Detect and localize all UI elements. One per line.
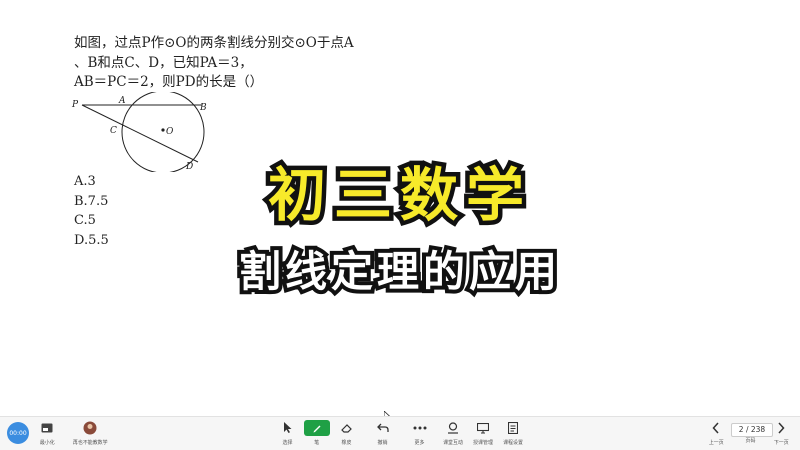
user-avatar-icon — [83, 420, 97, 436]
problem-text: 如图，过点P作⊙O的两条割线分别交⊙O于点A 、B和点C、D，已知PA＝3， A… — [74, 34, 354, 93]
prev-icon — [712, 420, 720, 436]
timer-avatar[interactable]: 00:00 — [7, 422, 29, 444]
settings-button[interactable]: 课程设置 — [496, 420, 530, 446]
pen-tool-button[interactable]: 笔 — [300, 420, 334, 446]
problem-line-3: AB＝PC＝2，则PD的长是（） — [74, 74, 264, 90]
label-p: P — [71, 100, 79, 110]
label-c: C — [110, 126, 117, 136]
more-icon — [413, 420, 427, 436]
pointer-icon — [283, 420, 293, 436]
settings-icon — [508, 420, 518, 436]
overlay-subtitle: 割线定理的应用 — [235, 243, 561, 300]
label-b: B — [199, 103, 207, 113]
label-o: O — [166, 127, 174, 137]
undo-button[interactable]: 撤销 — [366, 420, 400, 446]
interact-button[interactable]: 课堂互动 — [436, 420, 470, 446]
minimize-button[interactable]: 最小化 — [30, 420, 64, 446]
manage-icon — [477, 420, 489, 436]
problem-line-2: 、B和点C、D，已知PA＝3， — [74, 54, 253, 71]
bottom-toolbar: 00:00 最小化 再也不能教数学 选择 笔 橡皮 撤销 更多 课堂互动 授课管… — [0, 416, 800, 450]
manage-button[interactable]: 授课管理 — [466, 420, 500, 446]
pen-icon — [304, 420, 330, 436]
problem-line-1: 如图，过点P作⊙O的两条割线分别交⊙O于点A — [74, 35, 354, 51]
prev-page-button[interactable]: 上一页 — [699, 420, 733, 446]
next-page-button[interactable]: 下一页 — [764, 420, 798, 446]
minimize-icon — [41, 420, 53, 436]
next-icon — [777, 420, 785, 436]
page-number-label: 页码 — [746, 438, 756, 444]
more-button[interactable]: 更多 — [403, 420, 437, 446]
eraser-icon — [341, 420, 353, 436]
overlay-title: 初三数学 — [263, 157, 532, 234]
interact-icon — [447, 420, 459, 436]
center-point — [161, 128, 165, 132]
eraser-tool-button[interactable]: 橡皮 — [330, 420, 364, 446]
user-profile-button[interactable]: 再也不能教数学 — [70, 420, 110, 446]
label-a: A — [118, 96, 126, 106]
undo-icon — [377, 420, 389, 436]
